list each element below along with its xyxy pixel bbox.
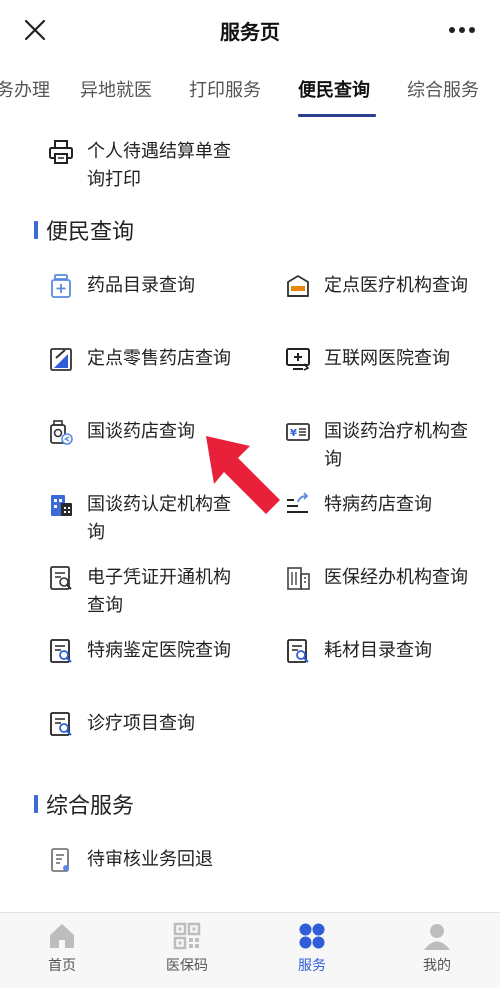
internet-hospital-icon [286,348,310,371]
nav-mine[interactable]: 我的 [397,921,477,975]
service-item-retail-pharmacy[interactable]: 定点零售药店查询 [47,345,231,373]
document-search-icon [50,566,72,590]
service-item-label: 互联网医院查询 [324,348,450,369]
close-button[interactable] [18,13,52,47]
service-item-label: 特病鉴定医院查询 [87,640,231,661]
service-item-label: 耗材目录查询 [324,640,432,661]
office-building-icon [287,567,310,590]
building-blue-icon [51,495,72,516]
close-icon [24,19,46,41]
tab-convenience-query[interactable]: 便民查询 [298,76,370,102]
service-item-label: 待审核业务回退 [87,849,213,870]
printer-icon [49,140,73,164]
service-item-label: 特病药店查询 [324,494,432,515]
section-accent-bar [34,795,38,813]
service-item-label: 电子凭证开通机构查询 [87,567,231,616]
section-accent-bar [34,221,38,239]
nav-label: 首页 [48,958,76,974]
section-title-convenience: 便民查询 [34,214,134,246]
more-dots-icon [449,27,475,33]
service-item-pending-review-rollback[interactable]: 待审核业务回退 [47,846,213,874]
tab-print-service[interactable]: 打印服务 [189,76,261,102]
document-pending-icon [51,848,69,872]
more-button[interactable] [442,14,482,46]
service-item-label: 国谈药店查询 [87,421,195,442]
user-icon [424,924,450,950]
service-item-label: 药品目录查询 [87,275,195,296]
red-arrow-annotation [206,436,280,514]
tab-general-service[interactable]: 综合服务 [407,76,479,102]
bottom-navigation: 首页 医保码 服务 我的 [0,912,500,988]
service-item-negotiated-drug-treatment-institution[interactable]: ¥ 国谈药治疗机构查询 [284,418,484,474]
service-item-label: 定点零售药店查询 [87,348,231,369]
medical-institution-icon [287,274,309,297]
svg-text:¥: ¥ [290,428,297,439]
retail-pharmacy-icon [50,348,72,371]
service-item-label: 个人待遇结算单查询打印 [87,141,231,190]
service-item-personal-settlement-print[interactable]: 个人待遇结算单查询打印 [47,138,247,194]
tab-business[interactable]: 务办理 [0,76,50,102]
service-item-e-voucher-institution[interactable]: 电子凭证开通机构查询 [47,564,239,620]
document-search-icon [287,639,309,663]
nav-label: 服务 [298,958,326,974]
nav-home[interactable]: 首页 [22,921,102,975]
service-item-insurance-office[interactable]: 医保经办机构查询 [284,564,468,592]
service-grid-icon [299,923,325,949]
nav-label: 医保码 [166,958,208,974]
service-item-label: 诊疗项目查询 [87,713,195,734]
service-item-consumables-catalog[interactable]: 耗材目录查询 [284,637,432,665]
service-item-label: 医保经办机构查询 [324,567,468,588]
service-item-drug-catalog[interactable]: 药品目录查询 [47,272,195,300]
service-item-designated-medical-institution[interactable]: 定点医疗机构查询 [284,272,468,300]
service-item-negotiated-drug-pharmacy[interactable]: 国谈药店查询 [47,418,195,446]
active-tab-indicator [298,114,376,117]
service-item-label: 国谈药治疗机构查询 [324,421,468,470]
page-title: 服务页 [220,20,280,44]
document-search-icon [50,712,72,736]
document-search-icon [50,639,72,663]
nav-insurance-code[interactable]: 医保码 [147,921,227,975]
qr-code-icon [173,922,201,950]
home-icon [50,924,74,948]
category-tabs: 务办理 异地就医 打印服务 便民查询 综合服务 [0,60,500,118]
service-item-internet-hospital[interactable]: 互联网医院查询 [284,345,450,373]
medicine-bottle-icon [51,274,71,298]
nav-service[interactable]: 服务 [272,921,352,975]
section-title-text: 便民查询 [46,220,135,245]
tab-remote-medical[interactable]: 异地就医 [80,76,152,102]
top-bar: 服务页 [0,0,500,60]
negotiated-pharmacy-icon [50,420,73,445]
service-item-label: 定点医疗机构查询 [324,275,468,296]
service-item-special-disease-pharmacy[interactable]: 特病药店查询 [284,491,432,519]
service-item-treatment-items[interactable]: 诊疗项目查询 [47,710,195,738]
section-title-text: 综合服务 [46,794,135,819]
section-title-general: 综合服务 [34,788,134,820]
nav-label: 我的 [423,958,451,974]
service-item-special-disease-hospital[interactable]: 特病鉴定医院查询 [47,637,231,665]
